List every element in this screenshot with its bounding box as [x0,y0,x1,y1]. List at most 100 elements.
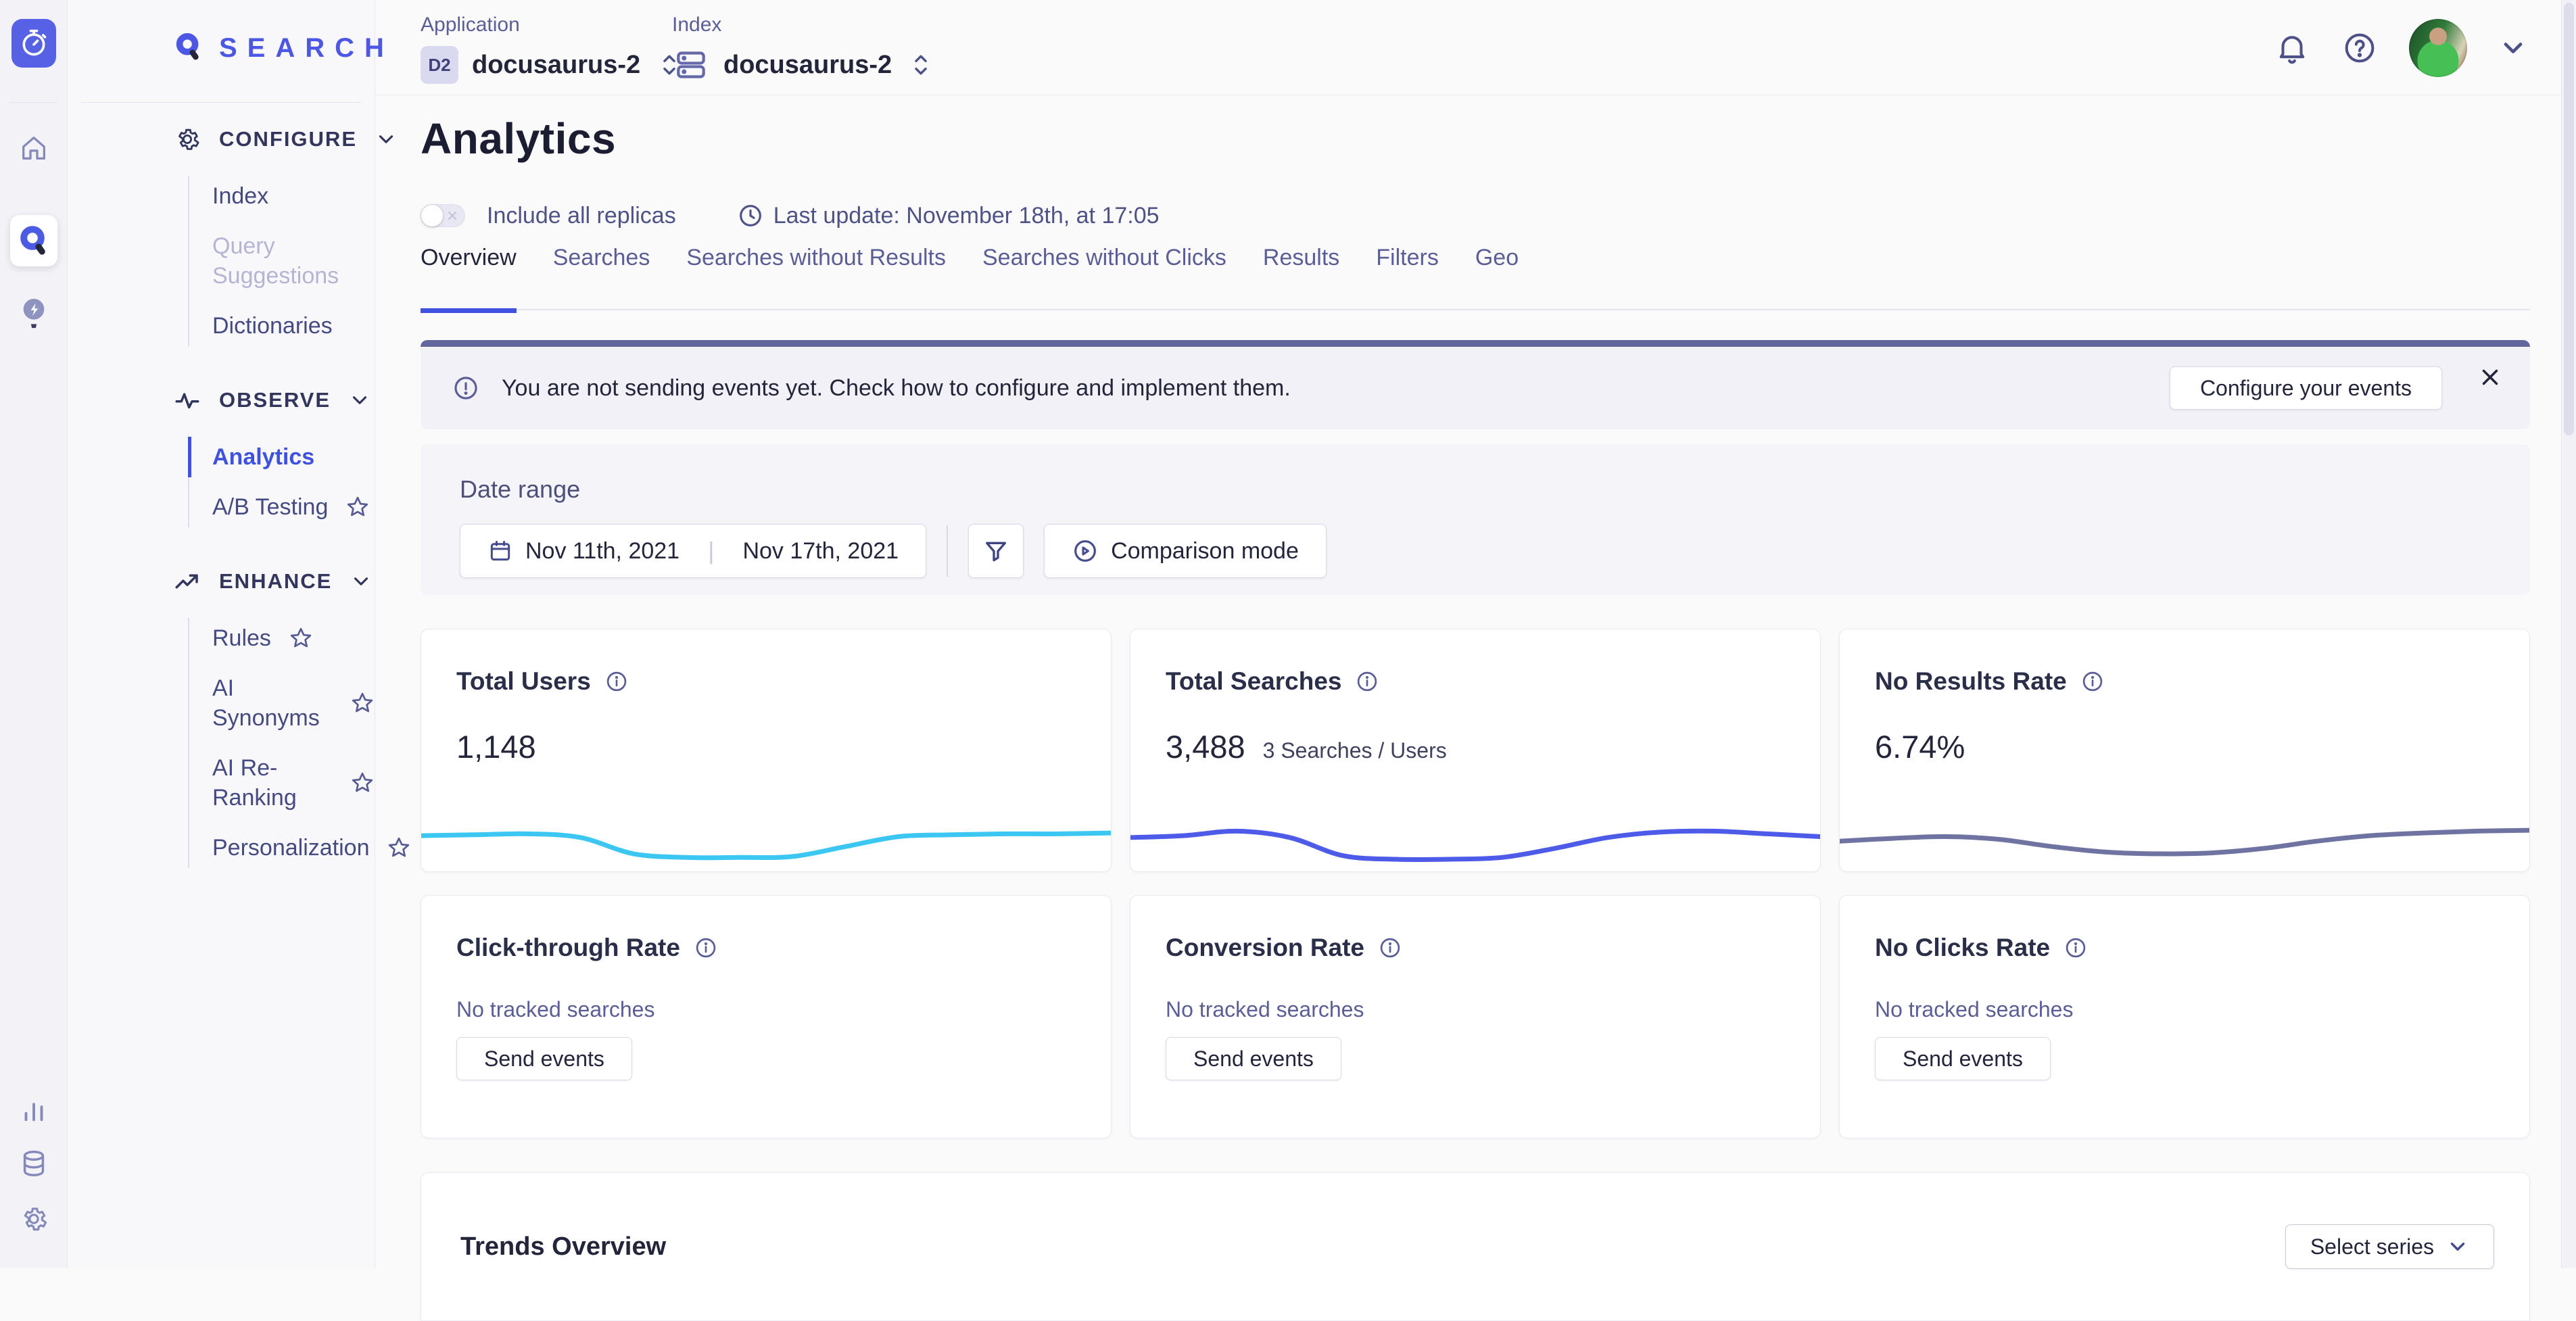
card-title: No Clicks Rate [1875,934,2050,962]
sidebar-item-ai-synonyms[interactable]: AI Synonyms [212,673,375,733]
section-label: OBSERVE [219,388,331,412]
sidebar-item-rules[interactable]: Rules [212,623,375,653]
vertical-scrollbar[interactable] [2561,0,2576,1268]
chevron-down-icon [348,389,371,412]
product-logo-text: SEARCH [219,33,394,64]
info-icon[interactable] [1378,936,1402,960]
card-value: 1,148 [456,728,536,765]
star-icon[interactable] [350,771,375,795]
star-icon[interactable] [289,626,313,650]
last-update-text: Last update: November 18th, at 17:05 [773,203,1160,229]
total-searches-sparkline [1130,769,1820,870]
info-icon[interactable] [2080,669,2105,694]
total-users-sparkline [421,769,1111,870]
search-icon[interactable] [10,215,57,266]
banner-message: You are not sending events yet. Check ho… [502,375,2170,402]
main-content: Analytics Include all replicas Last upda… [421,0,2530,1268]
card-note: 3 Searches / Users [1263,738,1447,763]
timer-icon[interactable] [11,19,56,68]
sidebar-item-ai-re-ranking[interactable]: AI Re-Ranking [212,753,375,813]
sidebar-item-label: A/B Testing [212,492,328,522]
tab-searches-without-clicks[interactable]: Searches without Clicks [982,245,1226,271]
sidebar-item-dictionaries[interactable]: Dictionaries [212,311,375,341]
configure-events-button[interactable]: Configure your events [2170,366,2442,410]
comparison-mode-button[interactable]: Comparison mode [1044,524,1327,578]
info-icon [452,374,480,402]
sidebar-item-label: Analytics [212,442,314,472]
home-icon[interactable] [18,133,49,164]
bar-chart-icon[interactable] [18,1094,49,1125]
star-icon[interactable] [345,495,370,519]
section-label: ENHANCE [219,569,332,594]
comparison-mode-label: Comparison mode [1111,538,1299,565]
sidebar-item-personalization[interactable]: Personalization [212,833,375,863]
rail-divider [9,102,57,103]
tab-filters[interactable]: Filters [1376,245,1439,271]
card-value: 6.74% [1875,728,1965,765]
sidebar-item-label: Index [212,181,268,211]
empty-state-text: No tracked searches [1875,997,2529,1022]
chevron-down-icon [2446,1235,2469,1258]
controls-divider [947,525,948,577]
send-events-button[interactable]: Send events [1875,1037,2051,1080]
clock-icon [737,202,764,229]
tab-overview[interactable]: Overview [421,245,517,271]
analytics-meta-row: Include all replicas Last update: Novemb… [421,200,1160,231]
sidebar-item-ab-testing[interactable]: A/B Testing [212,492,375,522]
include-replicas-label: Include all replicas [487,203,676,229]
metrics-row-1: Total Users 1,148 Total Searches 3,488 [421,629,2530,872]
info-icon[interactable] [2064,936,2088,960]
tab-searches-without-results[interactable]: Searches without Results [686,245,946,271]
trends-overview-card: Trends Overview Select series [421,1172,2530,1321]
icon-rail [0,0,68,1268]
section-header-configure[interactable]: CONFIGURE [68,123,375,155]
tab-results[interactable]: Results [1263,245,1339,271]
sidebar-item-analytics[interactable]: Analytics [212,442,375,472]
page-title: Analytics [421,114,616,164]
card-title: Total Users [456,667,591,696]
include-replicas-toggle[interactable] [421,204,465,227]
star-icon[interactable] [387,836,411,860]
sidebar-item-query-suggestions[interactable]: Query Suggestions [212,231,375,291]
card-title: Conversion Rate [1166,934,1364,962]
scrollbar-thumb[interactable] [2564,3,2574,435]
no-results-rate-card: No Results Rate 6.74% [1839,629,2530,872]
empty-state-text: No tracked searches [456,997,1111,1022]
trending-up-icon [173,567,201,596]
tab-searches[interactable]: Searches [553,245,650,271]
star-icon[interactable] [350,691,375,715]
gear-icon[interactable] [18,1203,49,1234]
send-events-button[interactable]: Send events [456,1037,632,1080]
send-events-button[interactable]: Send events [1166,1037,1341,1080]
card-title: Click-through Rate [456,934,680,962]
chevron-down-icon [375,128,398,151]
date-end: Nov 17th, 2021 [742,538,899,565]
search-logo-icon [173,31,204,65]
info-icon[interactable] [694,936,718,960]
sidebar-item-index[interactable]: Index [212,181,375,211]
info-icon[interactable] [604,669,629,694]
close-icon[interactable] [2477,364,2503,390]
sidebar-nav: CONFIGURE Index Query Suggestions Dictio… [68,123,375,906]
lightbulb-bolt-icon[interactable] [18,296,49,331]
tab-geo[interactable]: Geo [1475,245,1519,271]
section-header-enhance[interactable]: ENHANCE [68,565,375,598]
sidebar-item-label: Dictionaries [212,311,333,341]
toggle-knob [421,205,443,226]
date-range-picker[interactable]: Nov 11th, 2021 | Nov 17th, 2021 [460,524,926,578]
info-icon[interactable] [1355,669,1379,694]
database-icon[interactable] [18,1148,49,1179]
analytics-tabs: Overview Searches Searches without Resul… [421,245,2530,310]
date-start: Nov 11th, 2021 [525,538,679,565]
nav-section-enhance: ENHANCE Rules AI Synonyms [68,565,375,868]
sidebar-item-label: Rules [212,623,271,653]
click-through-rate-card: Click-through Rate No tracked searches S… [421,895,1112,1138]
events-banner: You are not sending events yet. Check ho… [421,340,2530,429]
no-clicks-rate-card: No Clicks Rate No tracked searches Send … [1839,895,2530,1138]
product-logo[interactable]: SEARCH [173,31,394,65]
select-series-button[interactable]: Select series [2285,1224,2494,1269]
metrics-row-2: Click-through Rate No tracked searches S… [421,895,2530,1138]
section-header-observe[interactable]: OBSERVE [68,384,375,416]
gear-icon [173,125,201,153]
filter-button[interactable] [968,524,1024,578]
